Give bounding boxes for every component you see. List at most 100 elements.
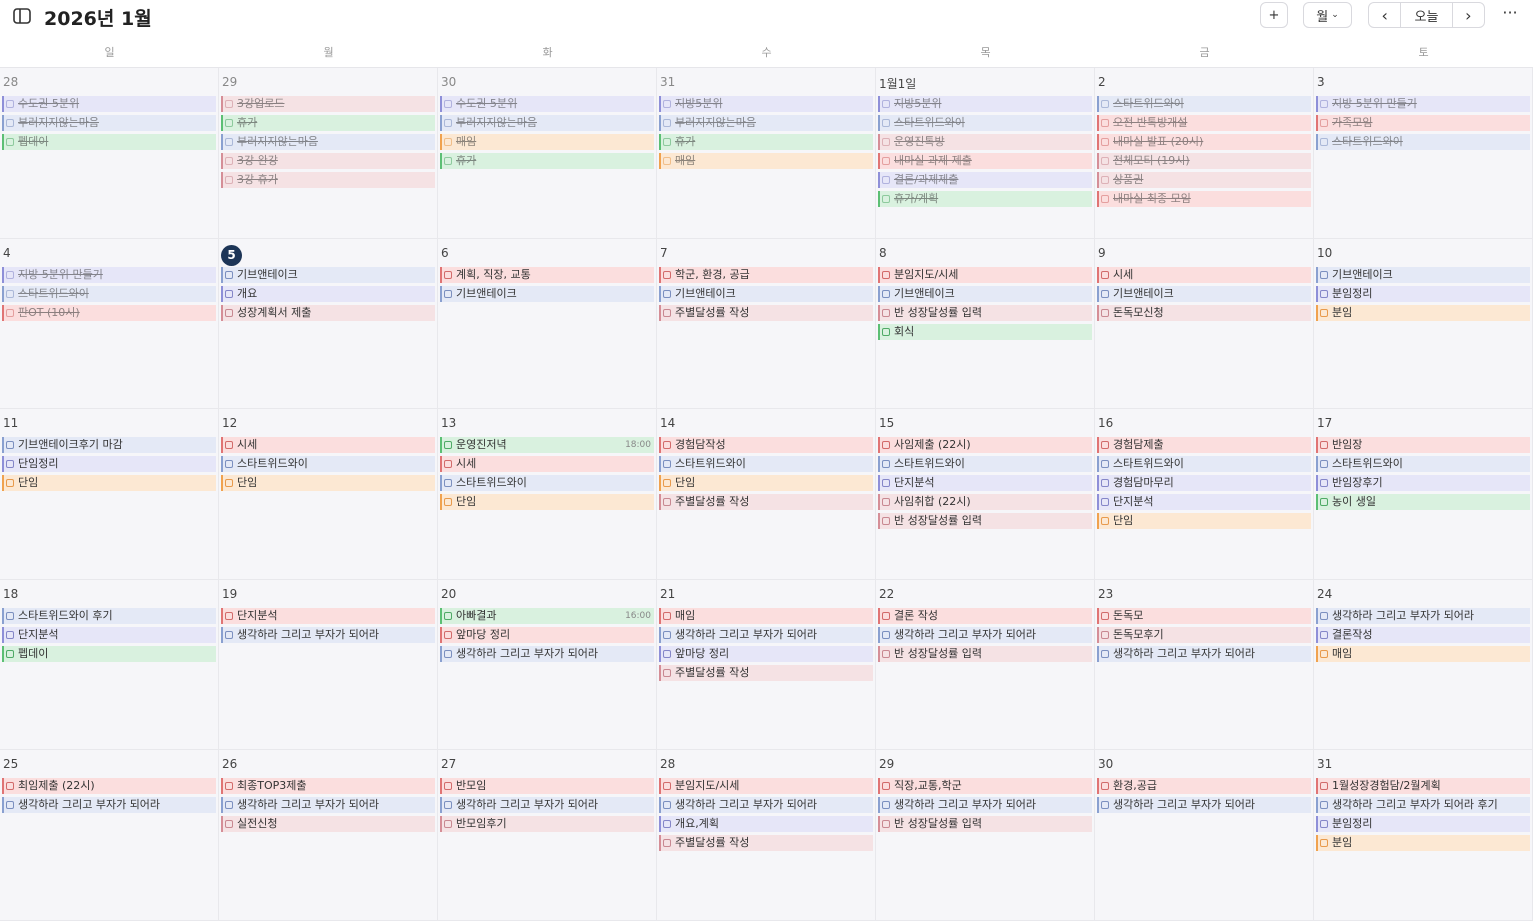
event-checkbox[interactable] xyxy=(6,630,14,639)
event-checkbox[interactable] xyxy=(663,479,671,488)
event-checkbox[interactable] xyxy=(444,630,452,639)
event-checkbox[interactable] xyxy=(882,327,890,336)
calendar-event[interactable]: 휴가 xyxy=(221,115,435,131)
event-checkbox[interactable] xyxy=(882,119,890,127)
event-checkbox[interactable] xyxy=(1101,176,1109,184)
calendar-event[interactable]: 분임 xyxy=(1316,304,1530,321)
calendar-event[interactable]: 지방 5분위 만들기 xyxy=(1316,96,1530,112)
day-cell[interactable]: 27 반모임 생각하라 그리고 부자가 되어라 반모임후기 xyxy=(438,750,657,921)
calendar-event[interactable]: 스타트위드와이 xyxy=(878,456,1092,473)
calendar-event[interactable]: 지방5분위 xyxy=(659,96,873,112)
calendar-event[interactable]: 단임정리 xyxy=(2,456,216,473)
calendar-event[interactable]: 농이 생일 xyxy=(1316,494,1530,511)
calendar-event[interactable]: 생각하라 그리고 부자가 되어라 xyxy=(1097,797,1311,814)
event-checkbox[interactable] xyxy=(882,176,890,184)
calendar-event[interactable]: 계획, 직장, 교통 xyxy=(440,266,654,283)
event-checkbox[interactable] xyxy=(663,839,671,848)
day-cell[interactable]: 22 결론 작성 생각하라 그리고 부자가 되어라 반 성장달성률 입력 xyxy=(876,579,1095,751)
calendar-event[interactable]: 기브앤테이크 xyxy=(221,266,435,283)
add-event-button[interactable]: + xyxy=(1260,2,1288,28)
event-checkbox[interactable] xyxy=(6,289,14,298)
event-checkbox[interactable] xyxy=(6,460,14,469)
event-checkbox[interactable] xyxy=(1101,460,1109,469)
calendar-event[interactable]: 부러지지않는마음 xyxy=(659,115,873,131)
calendar-event[interactable]: 사임제출 (22시) xyxy=(878,437,1092,454)
event-checkbox[interactable] xyxy=(882,460,890,469)
calendar-event[interactable]: 지방 5분위 만들기 xyxy=(2,266,216,283)
calendar-event[interactable]: 생각하라 그리고 부자가 되어라 xyxy=(440,797,654,814)
view-mode-select[interactable]: 월 ⌄ xyxy=(1303,2,1352,28)
event-checkbox[interactable] xyxy=(444,782,452,791)
day-cell[interactable]: 6 계획, 직장, 교통 기브앤테이크 xyxy=(438,238,657,410)
event-checkbox[interactable] xyxy=(444,498,452,507)
calendar-event[interactable]: 기브앤테이크 xyxy=(1097,285,1311,302)
calendar-event[interactable]: 앞마당 정리 xyxy=(659,645,873,662)
day-cell[interactable]: 24 생각하라 그리고 부자가 되어라 결론작성 매임 xyxy=(1314,579,1533,751)
calendar-event[interactable]: 단임 xyxy=(221,475,435,492)
event-checkbox[interactable] xyxy=(6,270,14,279)
calendar-event[interactable]: 시세 xyxy=(440,456,654,473)
day-cell[interactable]: 18 스타트위드와이 후기 단지분석 펩데이 xyxy=(0,579,219,751)
event-checkbox[interactable] xyxy=(6,308,14,317)
event-checkbox[interactable] xyxy=(225,270,233,279)
event-checkbox[interactable] xyxy=(882,782,890,791)
day-cell[interactable]: 2 스타트위드와이 오전 반톡방개설 내마실 발표 (20시) 전체모티 (19시) 상품… xyxy=(1095,68,1314,239)
day-cell[interactable]: 26 최종TOP3제출 생각하라 그리고 부자가 되어라 실전신청 xyxy=(219,750,438,921)
event-checkbox[interactable] xyxy=(882,138,890,146)
calendar-event[interactable]: 지방5분위 xyxy=(878,96,1092,112)
event-checkbox[interactable] xyxy=(444,270,452,279)
event-checkbox[interactable] xyxy=(1101,441,1109,450)
calendar-event[interactable]: 결론/과제제출 xyxy=(878,172,1092,188)
event-checkbox[interactable] xyxy=(1101,157,1109,165)
event-checkbox[interactable] xyxy=(663,270,671,279)
event-checkbox[interactable] xyxy=(444,289,452,298)
event-checkbox[interactable] xyxy=(663,157,671,165)
event-checkbox[interactable] xyxy=(1320,782,1328,791)
event-checkbox[interactable] xyxy=(663,498,671,507)
calendar-event[interactable]: 휴가/계획 xyxy=(878,191,1092,207)
calendar-event[interactable]: 아빠결과 16:00 xyxy=(440,607,654,624)
today-button[interactable]: 오늘 xyxy=(1401,3,1453,27)
calendar-event[interactable]: 스타트위드와이 xyxy=(2,285,216,302)
calendar-event[interactable]: 반모임후기 xyxy=(440,816,654,833)
event-checkbox[interactable] xyxy=(444,611,452,620)
day-cell[interactable]: 30 수도권 5분위 부러지지않는마음 매임 휴가 xyxy=(438,68,657,239)
event-checkbox[interactable] xyxy=(882,630,890,639)
day-cell[interactable]: 14 경험담작성 스타트위드와이 단임 주별달성률 작성 xyxy=(657,409,876,580)
calendar-event[interactable]: 내마실 최종 모임 xyxy=(1097,191,1311,207)
calendar-event[interactable]: 단지분석 xyxy=(878,475,1092,492)
day-cell[interactable]: 20 아빠결과 16:00 앞마당 정리 생각하라 그리고 부자가 되어라 xyxy=(438,579,657,751)
day-cell[interactable]: 7 학군, 환경, 공급 기브앤테이크 주별달성률 작성 xyxy=(657,238,876,410)
event-checkbox[interactable] xyxy=(444,119,452,127)
calendar-event[interactable]: 주별달성률 작성 xyxy=(659,304,873,321)
calendar-event[interactable]: 휴가 xyxy=(659,134,873,150)
day-cell[interactable]: 13 운영진저녁 18:00 시세 스타트위드와이 단임 xyxy=(438,409,657,580)
day-cell[interactable]: 28 분임지도/시세 생각하라 그리고 부자가 되어라 개요,계획 주별달성률 작성 xyxy=(657,750,876,921)
calendar-event[interactable]: 단임 xyxy=(659,475,873,492)
day-cell[interactable]: 21 매임 생각하라 그리고 부자가 되어라 앞마당 정리 주별달성률 작성 xyxy=(657,579,876,751)
calendar-event[interactable]: 부러지지않는마음 xyxy=(221,134,435,150)
event-checkbox[interactable] xyxy=(444,820,452,829)
calendar-event[interactable]: 수도권 5분위 xyxy=(2,96,216,112)
event-checkbox[interactable] xyxy=(1320,119,1328,127)
event-checkbox[interactable] xyxy=(1101,289,1109,298)
event-checkbox[interactable] xyxy=(225,308,233,317)
calendar-event[interactable]: 부러지지않는마음 xyxy=(440,115,654,131)
calendar-event[interactable]: 반 성장달성률 입력 xyxy=(878,645,1092,662)
calendar-event[interactable]: 매임 xyxy=(1316,645,1530,662)
event-checkbox[interactable] xyxy=(882,649,890,658)
calendar-event[interactable]: 생각하라 그리고 부자가 되어라 xyxy=(659,797,873,814)
calendar-event[interactable]: 단임 xyxy=(2,475,216,492)
event-checkbox[interactable] xyxy=(1320,611,1328,620)
more-icon[interactable]: ··· xyxy=(1498,4,1522,26)
event-checkbox[interactable] xyxy=(882,498,890,507)
calendar-event[interactable]: 분임정리 xyxy=(1316,816,1530,833)
calendar-event[interactable]: 스타트위드와이 xyxy=(440,475,654,492)
event-checkbox[interactable] xyxy=(225,441,233,450)
event-checkbox[interactable] xyxy=(1320,839,1328,848)
event-checkbox[interactable] xyxy=(663,138,671,146)
event-checkbox[interactable] xyxy=(1101,517,1109,526)
calendar-event[interactable]: 생각하라 그리고 부자가 되어라 xyxy=(1097,645,1311,662)
event-checkbox[interactable] xyxy=(444,460,452,469)
event-checkbox[interactable] xyxy=(225,176,233,184)
